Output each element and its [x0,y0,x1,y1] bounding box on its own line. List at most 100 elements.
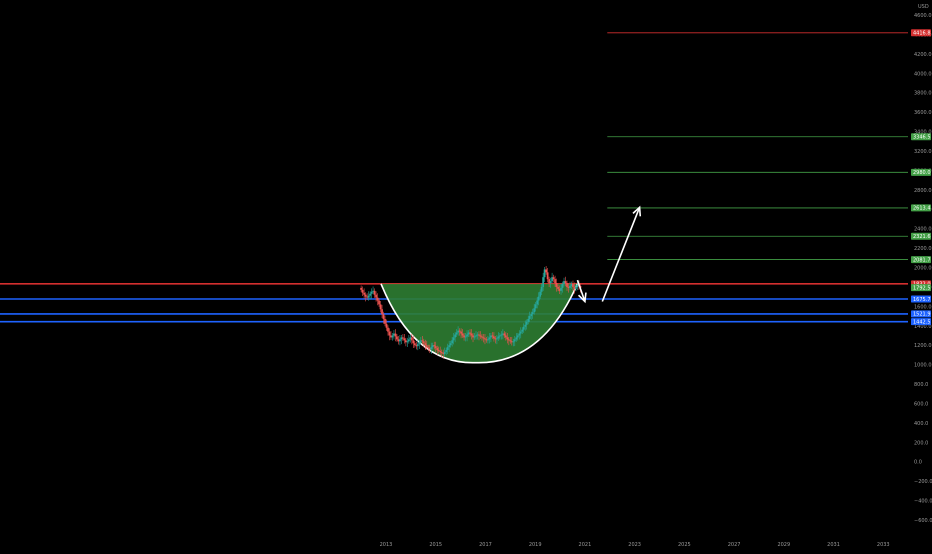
price-tag-label: 1792.5 [913,285,931,291]
candle-body [537,296,540,301]
candle-body [478,334,480,336]
candle-body [488,337,491,340]
candle-body [545,269,548,273]
candle-body [430,347,433,350]
candle-body [437,350,440,352]
candle-body [564,281,567,284]
candle-body [455,332,458,335]
candle-body [451,340,454,344]
y-tick-label: 1000.0 [914,363,932,369]
candle-body [413,343,416,346]
candle-body [410,337,413,341]
price-tag-label: 2081.7 [913,257,931,263]
candle-body [370,291,373,294]
candle-body [515,337,518,340]
chart-root: USD 4600.04400.04200.04000.03800.03600.0… [0,0,932,550]
x-tick-label: 2021 [579,542,592,548]
candle-body [369,293,371,296]
candle-body [406,341,409,343]
candle-body [566,283,568,287]
x-tick-label: 2019 [529,542,542,548]
candle-body [555,283,558,287]
x-tick-label: 2033 [877,542,890,548]
candle-body [412,340,415,344]
candle-body [436,348,439,351]
price-tag-label: 1675.7 [913,297,931,303]
x-tick-label: 2013 [380,542,393,548]
candle-body [407,339,410,342]
candle-body [518,333,521,336]
cup-fill [381,283,578,363]
candle-body [375,294,377,298]
candle-body [449,343,452,346]
y-tick-label: 0.0 [914,460,922,466]
candle-body [524,324,527,327]
candle-body [384,318,386,324]
candle-body [503,333,506,336]
candle-body [360,287,363,290]
time-axis[interactable]: 2013 2015 2017 2019 2021 2023 2025 2027 2029 2031… [380,542,890,548]
candle-body [427,347,430,349]
arrow-shaft [601,206,641,302]
y-tick-label: 2000.0 [914,266,932,272]
y-tick-label: 4200.0 [914,52,932,58]
price-chart[interactable]: USD 4600.04400.04200.04000.03800.03600.0… [0,0,932,550]
candle-body [379,304,382,310]
candle-body [458,330,461,332]
candle-body [500,334,503,336]
level-lines [0,32,908,323]
candle-body [402,337,404,339]
candle-body [363,292,366,295]
x-tick-label: 2015 [429,542,442,548]
candle-body [531,312,534,315]
candle-body [539,291,542,297]
candle-body [373,290,376,295]
x-tick-label: 2023 [628,542,641,548]
candle-body [446,347,449,351]
candle-body [481,336,483,338]
candle-body [528,316,531,319]
candle-body [367,295,370,298]
y-tick-label: 800.0 [914,382,928,388]
candle-body [469,332,471,334]
candle-body [560,287,562,291]
candle-body [399,339,401,342]
projection-arrows [576,205,642,304]
candle-body [482,337,485,339]
price-axis[interactable]: USD 4600.04400.04200.04000.03800.03600.0… [914,4,932,524]
candle-body [530,314,533,317]
candle-body [376,297,379,301]
candle-body [394,333,397,337]
price-tag-label: 2613.4 [913,206,931,212]
candle-body [493,336,495,339]
currency-label: USD [918,4,929,10]
candle-body [460,331,462,334]
price-tag-label: 4416.8 [913,31,931,37]
candle-body [507,339,510,341]
candle-body [361,289,364,293]
x-tick-label: 2025 [678,542,691,548]
candle-body [479,335,482,337]
candle-body [448,345,451,348]
candle-body [525,321,528,325]
candle-body [536,300,539,305]
candle-body [381,309,383,315]
price-tag-label: 1442.5 [913,319,931,325]
y-tick-label: 1200.0 [914,343,932,349]
candle-body [561,284,564,288]
y-tick-label: 600.0 [914,401,928,407]
candle-body [575,286,577,289]
candle-body [516,335,519,338]
y-tick-label: 2800.0 [914,188,932,194]
y-tick-label: 2200.0 [914,246,932,252]
candle-body [554,279,556,284]
candle-body [487,339,489,341]
candle-body [434,346,437,349]
candle-body [403,338,406,341]
candle-body [498,335,501,337]
candle-body [549,281,552,284]
candle-body [521,329,524,332]
y-tick-label: 200.0 [914,440,928,446]
candle-body [422,341,425,344]
x-tick-label: 2027 [728,542,741,548]
